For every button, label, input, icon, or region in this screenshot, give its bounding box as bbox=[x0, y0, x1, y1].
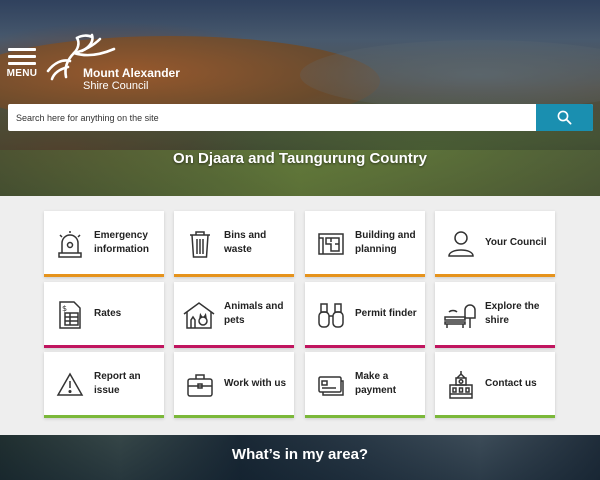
animal-shelter-icon bbox=[182, 300, 216, 330]
siren-icon bbox=[56, 229, 84, 259]
blueprint-icon bbox=[317, 229, 345, 259]
tile-label: Rates bbox=[94, 307, 122, 319]
tile-label: Contact us bbox=[485, 377, 537, 389]
tile-accent-bar bbox=[305, 415, 425, 418]
country-acknowledgement: On Djaara and Taungurung Country bbox=[173, 150, 427, 167]
tile-label: Emergency information bbox=[94, 229, 149, 255]
town-hall-icon bbox=[447, 370, 475, 400]
tile-label: Make a payment bbox=[355, 370, 397, 396]
tile-accent-bar bbox=[174, 345, 294, 348]
site-search bbox=[8, 104, 593, 131]
whats-in-my-area-section: What’s in my area? bbox=[0, 435, 600, 480]
tile-label: Report an issue bbox=[94, 370, 141, 396]
logo-line-1: Mount Alexander bbox=[83, 66, 180, 80]
tile-your-council[interactable]: Your Council bbox=[435, 211, 555, 277]
tile-label: Work with us bbox=[224, 377, 287, 389]
bin-icon bbox=[186, 229, 214, 259]
tile-label: Permit finder bbox=[355, 307, 417, 319]
menu-label: MENU bbox=[6, 68, 38, 79]
tile-animals-and-pets[interactable]: Animals and pets bbox=[174, 282, 294, 348]
park-bench-icon bbox=[443, 300, 477, 330]
tile-accent-bar bbox=[305, 345, 425, 348]
tile-contact-us[interactable]: Contact us bbox=[435, 352, 555, 418]
tile-accent-bar bbox=[435, 345, 555, 348]
tile-label: Explore the shire bbox=[485, 300, 540, 326]
tile-accent-bar bbox=[174, 274, 294, 277]
search-icon bbox=[557, 110, 572, 125]
svg-text:$: $ bbox=[62, 304, 67, 313]
hero-banner: MENU Mount Alexander Shire Council On bbox=[0, 0, 600, 196]
tile-accent-bar bbox=[44, 274, 164, 277]
tile-accent-bar bbox=[435, 274, 555, 277]
hamburger-icon bbox=[8, 48, 36, 65]
tile-label: Bins and waste bbox=[224, 229, 267, 255]
search-button[interactable] bbox=[536, 104, 593, 131]
binoculars-icon bbox=[317, 300, 345, 330]
briefcase-icon bbox=[186, 370, 214, 400]
tile-work-with-us[interactable]: Work with us bbox=[174, 352, 294, 418]
tile-make-a-payment[interactable]: Make a payment bbox=[305, 352, 425, 418]
tile-accent-bar bbox=[435, 415, 555, 418]
rates-document-icon: $ bbox=[56, 300, 84, 330]
search-input[interactable] bbox=[8, 104, 535, 131]
tile-label: Building and planning bbox=[355, 229, 416, 255]
area-heading: What’s in my area? bbox=[231, 446, 369, 463]
menu-button[interactable]: MENU bbox=[6, 48, 38, 84]
council-logo[interactable]: Mount Alexander Shire Council bbox=[44, 33, 194, 93]
tile-explore-the-shire[interactable]: Explore the shire bbox=[435, 282, 555, 348]
tile-report-an-issue[interactable]: Report an issue bbox=[44, 352, 164, 418]
warning-icon bbox=[56, 370, 84, 400]
tile-building-and-planning[interactable]: Building and planning bbox=[305, 211, 425, 277]
payment-card-icon bbox=[317, 370, 345, 400]
tile-permit-finder[interactable]: Permit finder bbox=[305, 282, 425, 348]
tile-bins-and-waste[interactable]: Bins and waste bbox=[174, 211, 294, 277]
tile-accent-bar bbox=[44, 415, 164, 418]
tile-emergency-information[interactable]: Emergency information bbox=[44, 211, 164, 277]
person-icon bbox=[447, 229, 475, 259]
tile-label: Your Council bbox=[485, 236, 547, 248]
tile-accent-bar bbox=[174, 415, 294, 418]
tile-accent-bar bbox=[305, 274, 425, 277]
tile-rates[interactable]: $ Rates bbox=[44, 282, 164, 348]
logo-line-2: Shire Council bbox=[83, 80, 149, 92]
tile-label: Animals and pets bbox=[224, 300, 284, 326]
tile-accent-bar bbox=[44, 345, 164, 348]
